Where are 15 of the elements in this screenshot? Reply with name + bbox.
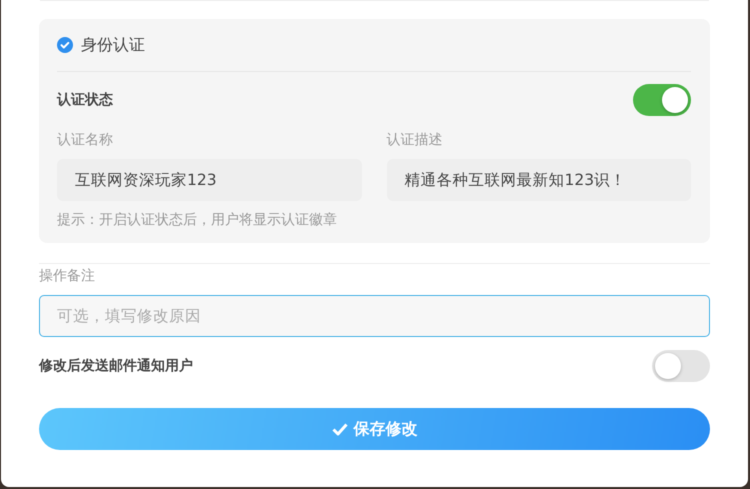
field-value: 精通各种互联网最新知123识！ [386, 159, 691, 201]
check-icon [332, 422, 348, 436]
section-title: 身份认证 [81, 34, 145, 56]
field-label: 认证描述 [386, 131, 442, 150]
field-value: 互联网资深玩家123 [57, 159, 362, 201]
toggle-switch[interactable] [652, 350, 710, 382]
status-label: 认证状态 [57, 91, 113, 109]
remark-label: 操作备注 [39, 267, 95, 286]
notify-label: 修改后发送邮件通知用户 [39, 357, 193, 375]
field-label: 认证名称 [57, 131, 113, 150]
hint-text: 提示：开启认证状态后，用户将显示认证徽章 [57, 211, 337, 229]
save-button[interactable]: 保存修改 [39, 408, 710, 450]
check-circle-icon [57, 37, 73, 53]
remark-input-field[interactable]: 可选，填写修改原因 [39, 295, 710, 337]
toggle-switch[interactable] [633, 84, 691, 116]
